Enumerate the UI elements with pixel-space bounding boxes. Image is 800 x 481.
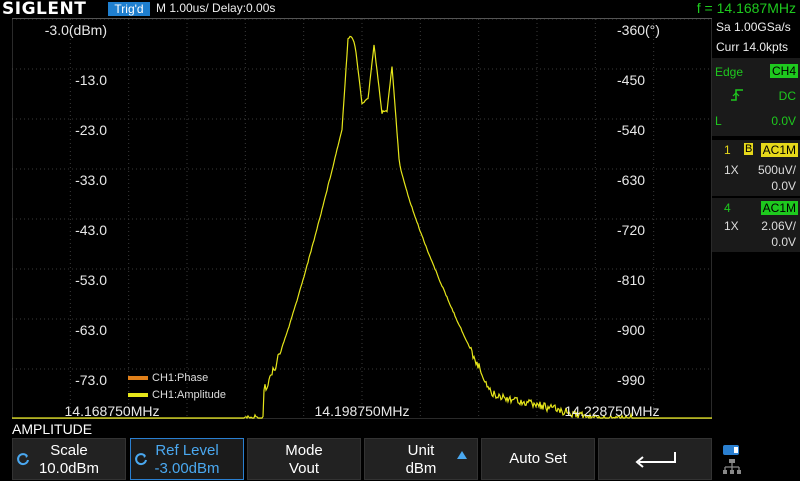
plot-legend: CH1:Phase CH1:Amplitude — [128, 370, 226, 404]
right-axis-label: -990 — [617, 372, 645, 388]
frequency-label: 14.228750MHz — [565, 403, 660, 419]
left-axis-label: -73.0 — [75, 372, 107, 388]
trigger-level-label: L — [715, 114, 722, 128]
left-axis-label: -23.0 — [75, 122, 107, 138]
left-axis-label: -53.0 — [75, 272, 107, 288]
left-axis-label: -13.0 — [75, 72, 107, 88]
rising-edge-icon — [730, 88, 744, 102]
mode-label: Mode — [285, 442, 323, 459]
channel-1-panel[interactable]: 1 B AC1M 1X 500uV/ 0.0V — [712, 140, 800, 196]
legend-swatch-phase — [128, 376, 148, 381]
usb-device-icon — [722, 443, 742, 455]
left-axis-label: -3.0(dBm) — [45, 22, 107, 38]
menu-title: AMPLITUDE — [12, 421, 93, 437]
unit-value: dBm — [405, 460, 437, 477]
spectrum-plot[interactable]: -3.0(dBm) -13.0 -23.0 -33.0 -43.0 -53.0 -63.0 -… — [11, 18, 713, 420]
scale-softkey[interactable]: Scale 10.0dBm — [12, 438, 126, 480]
mode-value: Vout — [288, 460, 320, 477]
unit-softkey[interactable]: Unit dBm — [364, 438, 478, 480]
legend-label-phase: CH1:Phase — [152, 372, 209, 384]
ch4-number: 4 — [724, 201, 731, 215]
frequency-label: 14.198750MHz — [315, 403, 410, 419]
auto-set-softkey[interactable]: Auto Set — [481, 438, 595, 480]
trigger-type: Edge — [715, 65, 744, 79]
frequency-counter: f = 14.1687MHz — [696, 0, 796, 16]
timebase-readout: M 1.00us/ Delay:0.00s — [156, 1, 276, 15]
bandwidth-limit-badge: B — [744, 143, 754, 155]
ch4-coupling: AC1M — [760, 201, 798, 215]
auto-set-label: Auto Set — [509, 450, 567, 467]
trigger-status-badge: Trig'd — [108, 2, 150, 16]
brand-logo: SIGLENT — [2, 0, 87, 19]
arrow-up-icon — [457, 451, 467, 459]
ch4-probe: 1X — [724, 219, 739, 233]
plot-grid — [11, 18, 713, 420]
ch1-coupling: AC1M — [760, 143, 798, 157]
trigger-level: 0.0V — [771, 114, 796, 128]
trigger-source: CH4 — [769, 64, 798, 78]
right-axis-label: -360(°) — [617, 22, 660, 38]
left-axis-label: -43.0 — [75, 222, 107, 238]
back-softkey[interactable] — [598, 438, 712, 480]
plot-svg: -3.0(dBm) -13.0 -23.0 -33.0 -43.0 -53.0 -63.0 -… — [11, 18, 713, 420]
ch1-offset: 0.0V — [771, 179, 796, 193]
sample-rate: Sa 1.00GSa/s — [716, 20, 791, 34]
ch1-probe: 1X — [724, 163, 739, 177]
knob-icon — [135, 453, 147, 466]
memory-depth: Curr 14.0kpts — [716, 40, 789, 54]
left-axis-label: -63.0 — [75, 322, 107, 338]
right-axis-label: -450 — [617, 72, 645, 88]
ch1-number: 1 — [724, 143, 731, 157]
legend-item-amplitude: CH1:Amplitude — [128, 387, 226, 404]
right-axis-label: -630 — [617, 172, 645, 188]
return-arrow-icon — [635, 452, 676, 468]
trigger-coupling: DC — [778, 89, 796, 103]
right-axis-label: -810 — [617, 272, 645, 288]
network-icon — [722, 458, 742, 476]
legend-swatch-amplitude — [128, 393, 148, 398]
ch4-offset: 0.0V — [771, 235, 796, 249]
ch4-scale: 2.06V/ — [761, 219, 796, 233]
ref-level-softkey[interactable]: Ref Level -3.00dBm — [130, 438, 244, 480]
legend-item-phase: CH1:Phase — [128, 370, 226, 387]
right-axis-label: -720 — [617, 222, 645, 238]
mode-softkey[interactable]: Mode Vout — [247, 438, 361, 480]
right-axis-label: -900 — [617, 322, 645, 338]
frequency-label: 14.168750MHz — [65, 403, 160, 419]
left-axis-label: -33.0 — [75, 172, 107, 188]
ch1-header: 1 B AC1M — [712, 143, 800, 159]
knob-icon — [17, 453, 29, 466]
legend-label-amplitude: CH1:Amplitude — [152, 389, 226, 401]
channel-4-panel[interactable]: 4 AC1M 1X 2.06V/ 0.0V — [712, 198, 800, 252]
right-axis-label: -540 — [617, 122, 645, 138]
trigger-panel[interactable]: Edge CH4 DC L 0.0V — [712, 58, 800, 136]
ch1-scale: 500uV/ — [757, 163, 796, 177]
